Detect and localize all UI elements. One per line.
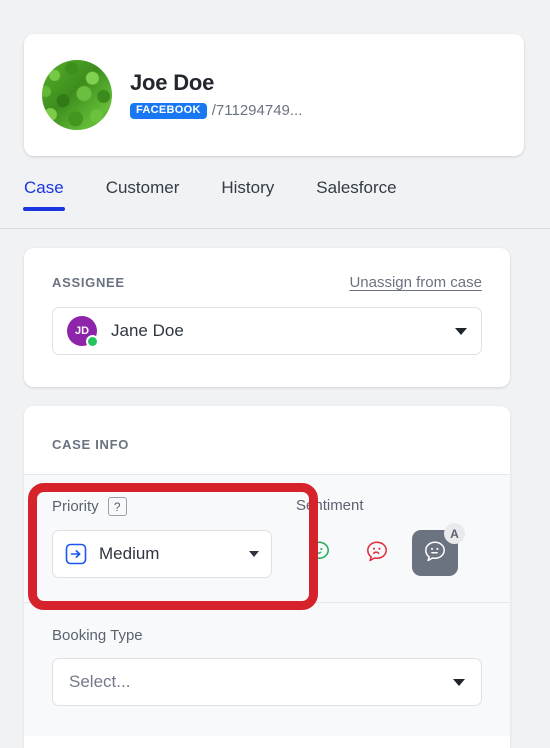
sentiment-field: Sentiment A bbox=[296, 497, 482, 578]
sentiment-label: Sentiment bbox=[296, 497, 364, 514]
tab-bar-divider bbox=[0, 228, 550, 229]
priority-field: Priority ? Medium bbox=[52, 497, 296, 578]
sentiment-options: A bbox=[296, 523, 482, 576]
smiley-neutral-bubble-icon bbox=[422, 539, 448, 568]
auto-sentiment-badge: A bbox=[444, 523, 465, 544]
tab-salesforce[interactable]: Salesforce bbox=[316, 178, 396, 211]
help-icon[interactable]: ? bbox=[107, 497, 127, 516]
presence-online-dot bbox=[86, 335, 99, 348]
contact-photo-avatar bbox=[42, 60, 112, 130]
assignee-select[interactable]: JD Jane Doe bbox=[52, 307, 482, 355]
priority-value: Medium bbox=[99, 544, 160, 563]
case-info-header: CASE INFO bbox=[24, 406, 510, 474]
assignee-card: ASSIGNEE Unassign from case JD Jane Doe bbox=[24, 248, 510, 387]
assignee-header: ASSIGNEE Unassign from case bbox=[52, 274, 482, 291]
sentiment-negative-button[interactable] bbox=[354, 530, 400, 576]
avatar: JD bbox=[67, 316, 99, 348]
booking-type-field: Booking Type Select... bbox=[24, 603, 510, 736]
contact-subline: FACEBOOK /711294749... bbox=[130, 102, 302, 119]
smiley-happy-bubble-icon bbox=[306, 539, 332, 568]
contact-handle: /711294749... bbox=[211, 102, 303, 120]
booking-type-value: Select... bbox=[69, 672, 131, 691]
avatar-initials: JD bbox=[74, 325, 90, 337]
tab-customer[interactable]: Customer bbox=[106, 178, 180, 211]
smiley-sad-bubble-icon bbox=[364, 539, 390, 568]
sentiment-neutral-button[interactable]: A bbox=[412, 523, 465, 576]
unassign-from-case-link[interactable]: Unassign from case bbox=[349, 274, 482, 291]
contact-name: Joe Doe bbox=[130, 69, 215, 95]
assignee-section-label: ASSIGNEE bbox=[52, 275, 125, 290]
tab-bar: Case Customer History Salesforce bbox=[23, 178, 526, 211]
booking-type-select[interactable]: Select... bbox=[52, 658, 482, 706]
tab-case[interactable]: Case bbox=[23, 178, 65, 211]
priority-sentiment-row: Priority ? Medium Sentiment A bbox=[24, 475, 510, 602]
case-info-card: CASE INFO Priority ? Medium Sentiment A … bbox=[24, 406, 510, 748]
contact-meta: Joe Doe FACEBOOK /711294749... bbox=[130, 69, 302, 119]
sentiment-positive-button[interactable] bbox=[296, 530, 342, 576]
chevron-down-icon bbox=[249, 551, 259, 557]
priority-label: Priority bbox=[52, 498, 99, 515]
chevron-down-icon bbox=[455, 327, 467, 335]
contact-header-card: Joe Doe FACEBOOK /711294749... bbox=[24, 34, 524, 156]
booking-type-label: Booking Type bbox=[52, 627, 143, 644]
assignee-selected-name: Jane Doe bbox=[111, 321, 184, 340]
case-info-section-label: CASE INFO bbox=[52, 437, 130, 452]
priority-label-group: Priority ? bbox=[52, 497, 296, 516]
tab-history[interactable]: History bbox=[221, 178, 274, 211]
chevron-down-icon bbox=[453, 678, 465, 686]
priority-select[interactable]: Medium bbox=[52, 530, 272, 578]
arrow-right-boxed-icon bbox=[65, 543, 87, 565]
channel-badge-facebook: FACEBOOK bbox=[130, 102, 207, 119]
